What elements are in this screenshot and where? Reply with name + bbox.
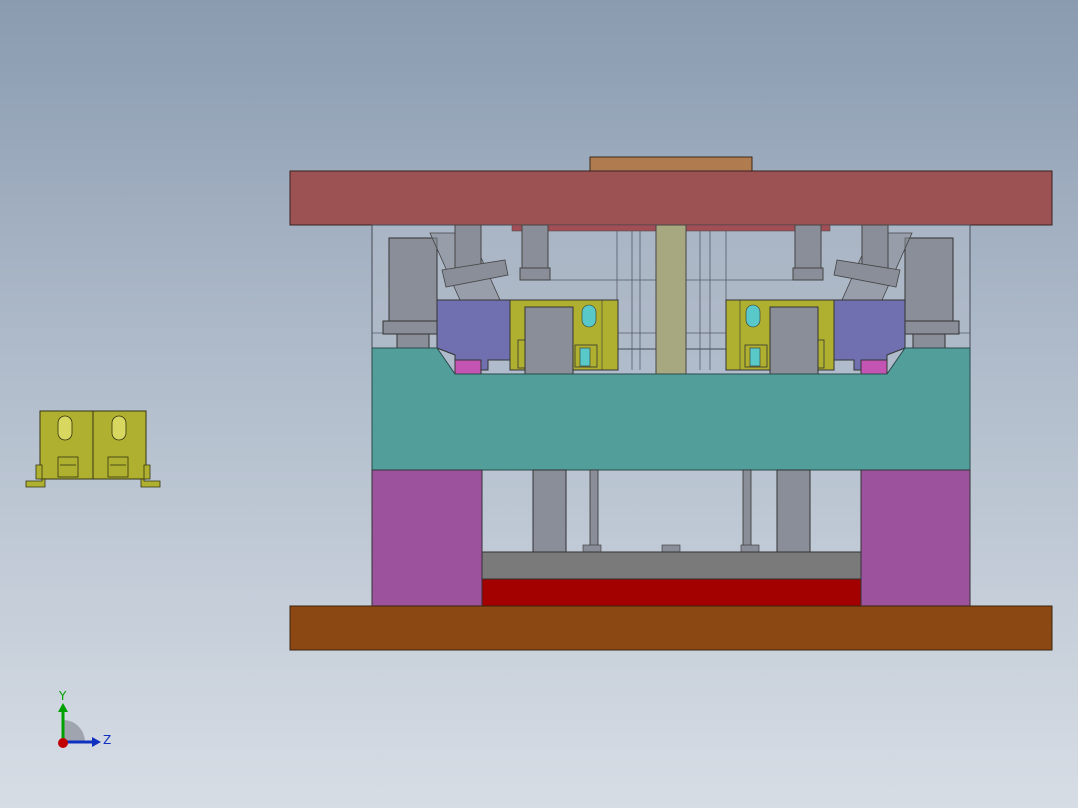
ejector-guide-pin-left[interactable] — [532, 469, 567, 553]
cad-scene[interactable]: Y Z — [0, 0, 1078, 808]
ejector-pin-head-left — [582, 544, 602, 553]
guide-bushing-right-lower — [912, 333, 946, 349]
locating-ring[interactable] — [589, 156, 753, 173]
return-pin-right[interactable] — [794, 224, 822, 271]
ejector-guide-pin-right[interactable] — [776, 469, 811, 553]
triad-z-label: Z — [103, 733, 111, 747]
core-pin-left[interactable] — [524, 306, 574, 376]
triad-y-arrow — [58, 703, 68, 712]
guide-bushing-left-collar — [382, 320, 444, 335]
ejector-pin-head-center — [661, 544, 681, 553]
support-block-right[interactable] — [860, 469, 971, 607]
cad-viewport[interactable]: Y Z — [0, 0, 1078, 808]
guide-bushing-right[interactable] — [904, 237, 954, 324]
return-pin-left[interactable] — [521, 224, 549, 271]
sprue-pillar[interactable] — [655, 224, 687, 376]
core-pin-right[interactable] — [769, 306, 819, 376]
wedge-left — [454, 359, 482, 375]
ejector-pin-head-right — [740, 544, 760, 553]
reference-triad: Y Z — [58, 689, 111, 748]
support-block-left[interactable] — [371, 469, 483, 607]
bottom-clamp-plate[interactable] — [289, 605, 1053, 651]
ejector-pin-right[interactable] — [742, 469, 752, 549]
triad-arc — [63, 720, 85, 742]
triad-x-origin — [58, 738, 68, 748]
ejector-retainer-plate[interactable] — [481, 551, 862, 580]
guide-bushing-left[interactable] — [388, 237, 438, 324]
mold-assembly[interactable] — [289, 156, 1053, 651]
return-pin-right-base — [792, 267, 824, 281]
guide-bushing-left-lower — [396, 333, 430, 349]
wedge-right — [860, 359, 888, 375]
triad-z-arrow — [92, 737, 101, 747]
guide-bushing-right-collar — [898, 320, 960, 335]
part-preview[interactable] — [25, 410, 161, 488]
triad-y-label: Y — [58, 689, 67, 703]
return-pin-left-base — [519, 267, 551, 281]
ejector-plate[interactable] — [481, 578, 862, 607]
ejector-pin-left[interactable] — [589, 469, 599, 549]
top-clamp-plate[interactable] — [289, 170, 1053, 226]
